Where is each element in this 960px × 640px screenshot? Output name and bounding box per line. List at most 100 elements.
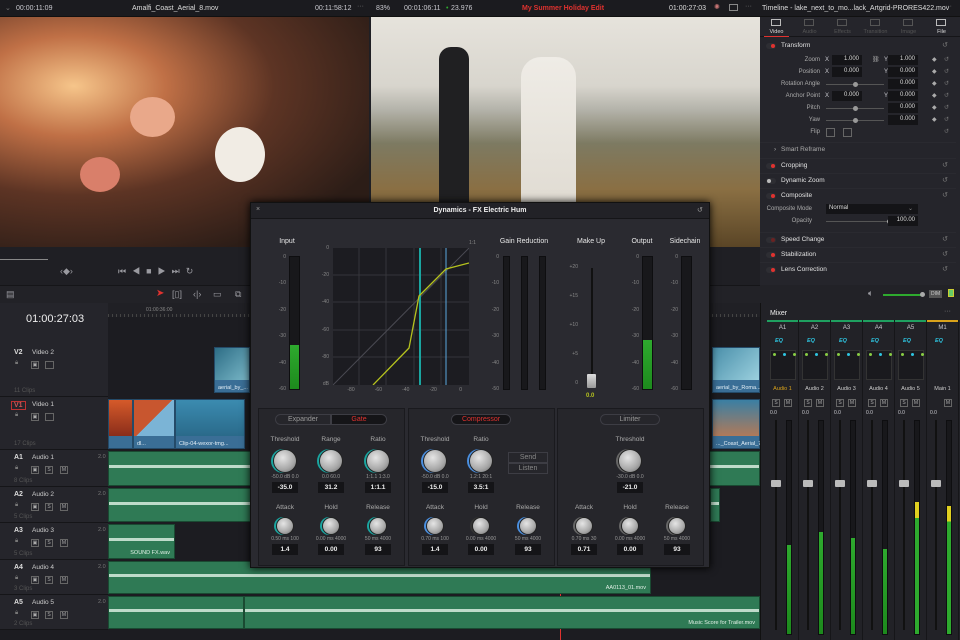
tab-video[interactable]: Video — [760, 17, 793, 37]
fader-handle[interactable] — [803, 480, 813, 487]
fader-track[interactable] — [807, 420, 809, 630]
audio-clip[interactable] — [710, 488, 720, 522]
knob-value[interactable]: 1:1.1 — [365, 482, 391, 493]
send-button[interactable]: Send — [508, 452, 548, 463]
channel-name[interactable]: Main 1 — [927, 386, 958, 392]
lock-icon[interactable]: 🔒︎ — [15, 465, 18, 472]
auto-select-icon[interactable]: ▣ — [31, 611, 39, 619]
solo-button[interactable]: S — [45, 611, 53, 619]
transport-controls[interactable]: ⏮◀■▶⏭↻ — [118, 266, 199, 277]
lock-icon[interactable]: 🔒︎ — [15, 412, 18, 419]
video-clip[interactable] — [108, 399, 133, 449]
lock-icon[interactable]: 🔒︎ — [15, 610, 18, 617]
knob-value[interactable]: 3.5:1 — [468, 482, 494, 493]
tab-audio[interactable]: Audio — [793, 17, 826, 37]
track-visibility-icon[interactable] — [45, 413, 54, 421]
range-knob[interactable] — [320, 450, 342, 472]
jog-icon[interactable]: ‹◆› — [60, 266, 73, 277]
fader-track[interactable] — [871, 420, 873, 630]
knob-value[interactable]: 93 — [515, 544, 541, 555]
solo-button[interactable]: S — [804, 399, 812, 407]
x-field[interactable]: 0.000 — [832, 67, 862, 77]
track-header-a5[interactable]: A5 Audio 5 2.0 🔒︎ ▣ S M 2 Clips — [0, 595, 108, 630]
knob-value[interactable]: -35.0 — [272, 482, 298, 493]
knob-value[interactable]: 0.00 — [617, 544, 643, 555]
opacity-field[interactable]: 100.00 — [888, 216, 918, 226]
dynamic-trim-icon[interactable]: ‹|› — [193, 289, 201, 299]
mute-button[interactable]: M — [784, 399, 792, 407]
listen-button[interactable]: Listen — [508, 463, 548, 474]
track-header-a2[interactable]: A2 Audio 2 2.0 🔒︎ ▣ S M 5 Clips — [0, 487, 108, 523]
reset-icon[interactable]: ↺ — [942, 265, 948, 273]
video-clip[interactable]: Clip-04-wexor-tmg... — [175, 399, 245, 449]
volume-slider[interactable] — [883, 294, 921, 296]
knob-value[interactable]: 93 — [664, 544, 690, 555]
keyframe-icon[interactable]: ◆ — [932, 56, 937, 63]
fader-handle[interactable] — [835, 480, 845, 487]
fader-track[interactable] — [775, 420, 777, 630]
mute-button[interactable]: M — [848, 399, 856, 407]
knob-value[interactable]: 0.00 — [318, 544, 344, 555]
more-icon[interactable]: ··· — [945, 3, 952, 10]
eq-button[interactable]: EQ — [935, 338, 943, 344]
lock-icon[interactable]: 🔒︎ — [15, 538, 18, 545]
keyframe-icon[interactable]: ◆ — [932, 68, 937, 75]
keyframe-icon[interactable]: ◆ — [932, 116, 937, 123]
reset-icon[interactable]: ↺ — [944, 56, 949, 63]
speaker-icon[interactable]: 🔈︎ — [868, 288, 873, 299]
fader-handle[interactable] — [771, 480, 781, 487]
mute-button[interactable]: M — [880, 399, 888, 407]
audio-clip[interactable]: Music Score for Trailer.mov — [244, 596, 760, 629]
channel-name[interactable]: Audio 1 — [767, 386, 798, 392]
audio-clip[interactable]: SOUND FX.wav — [108, 524, 175, 559]
fader-handle[interactable] — [899, 480, 909, 487]
fader-handle[interactable] — [931, 480, 941, 487]
trim-tool-icon[interactable]: [▯] — [172, 289, 182, 300]
knob-value[interactable]: 1.4 — [422, 544, 448, 555]
value-field[interactable]: 0.000 — [888, 115, 918, 125]
eq-button[interactable]: EQ — [807, 338, 815, 344]
blade-tool-icon[interactable]: ▭ — [213, 289, 222, 300]
speed-change-section[interactable]: Speed Change ↺ — [760, 232, 956, 247]
fader-track[interactable] — [839, 420, 841, 630]
transform-section[interactable]: Transform ↺ — [760, 39, 956, 54]
makeup-fader-track[interactable] — [591, 268, 593, 386]
limiter-toggle[interactable]: Limiter — [600, 414, 660, 425]
reset-icon[interactable]: ↺ — [944, 128, 949, 135]
reset-icon[interactable]: ↺ — [942, 191, 948, 199]
solo-button[interactable]: S — [45, 539, 53, 547]
more-icon[interactable]: ··· — [357, 3, 364, 10]
release-knob[interactable] — [370, 518, 386, 534]
flip-horizontal-icon[interactable] — [826, 128, 835, 137]
video-clip[interactable]: aerial_by_... — [214, 347, 250, 393]
reset-icon[interactable]: ↺ — [944, 104, 949, 111]
eq-button[interactable]: EQ — [903, 338, 911, 344]
pan-control[interactable] — [802, 350, 828, 380]
solo-button[interactable]: S — [45, 466, 53, 474]
release-knob[interactable] — [520, 518, 536, 534]
knob-value[interactable]: -15.0 — [422, 482, 448, 493]
solo-button[interactable]: S — [900, 399, 908, 407]
attack-knob[interactable] — [427, 518, 443, 534]
tab-file[interactable]: File — [925, 17, 958, 37]
pan-control[interactable] — [866, 350, 892, 380]
slider-handle[interactable] — [853, 106, 858, 111]
toggle[interactable] — [766, 193, 776, 199]
dim-button[interactable]: DIM — [929, 290, 943, 298]
channel-name[interactable]: Audio 4 — [863, 386, 894, 392]
reset-icon[interactable]: ↺ — [942, 250, 948, 258]
audio-clip[interactable] — [108, 596, 244, 629]
track-header-a3[interactable]: A3 Audio 3 2.0 🔒︎ ▣ S M 5 Clips — [0, 523, 108, 560]
pan-control[interactable] — [770, 350, 796, 380]
knob-value[interactable]: 93 — [365, 544, 391, 555]
hold-knob[interactable] — [473, 518, 489, 534]
eq-button[interactable]: EQ — [871, 338, 879, 344]
viewer-mode-icon[interactable] — [729, 4, 738, 11]
track-header-v1[interactable]: V1 Video 1 🔒︎ ▣ 17 Clips — [0, 397, 108, 450]
more-icon[interactable]: ··· — [944, 308, 951, 315]
smart-reframe-section[interactable]: › Smart Reframe — [760, 142, 956, 157]
eq-button[interactable]: EQ — [839, 338, 847, 344]
auto-select-icon[interactable]: ▣ — [31, 539, 39, 547]
auto-select-icon[interactable]: ▣ — [31, 413, 39, 421]
release-knob[interactable] — [669, 518, 685, 534]
